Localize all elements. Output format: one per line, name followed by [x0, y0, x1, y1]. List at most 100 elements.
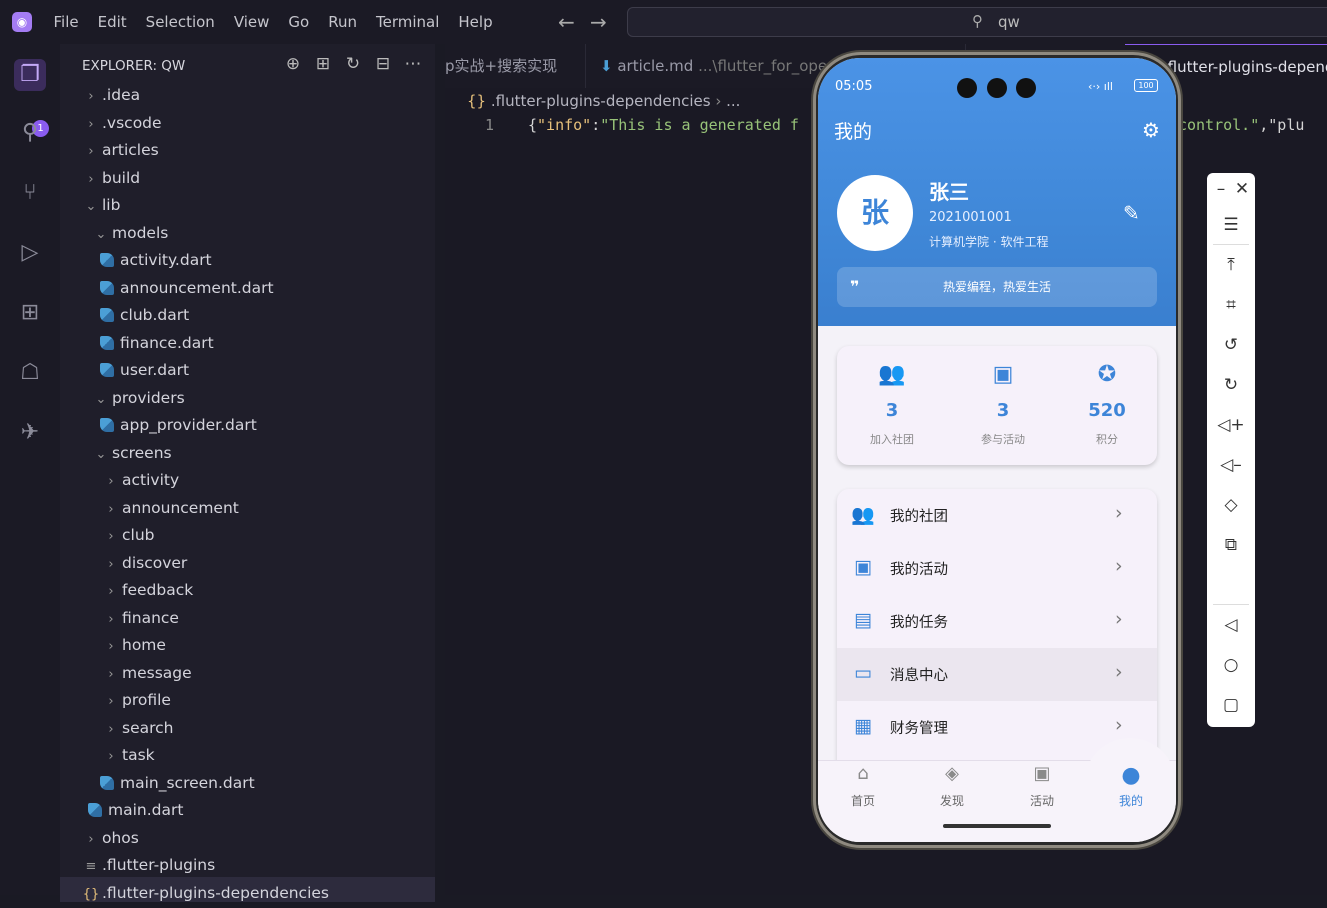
tree-folder[interactable]: › search [100, 715, 173, 742]
flutter-icon[interactable]: ✈ [14, 417, 46, 449]
battery-icon: 100 [1134, 79, 1158, 92]
tree-item-label: .vscode [102, 113, 162, 132]
tree-folder[interactable]: › home [100, 632, 166, 659]
tree-folder[interactable]: › message [100, 660, 191, 687]
collapse-all-icon[interactable]: ⊟ [368, 54, 398, 74]
menu-item-my-activities[interactable]: ▣ 我的活动 › [837, 542, 1157, 595]
new-file-icon[interactable]: ⊕ [278, 54, 308, 74]
tree-file[interactable]: activity.dart [100, 247, 212, 274]
volume-down-icon[interactable]: ◁– [1207, 455, 1255, 475]
tree-file[interactable]: user.dart [100, 357, 189, 384]
tree-folder[interactable]: › feedback [100, 577, 193, 604]
nav-discover[interactable]: ◈ 发现 [918, 763, 986, 809]
tree-file[interactable]: main_screen.dart [100, 770, 255, 797]
camera-icon [987, 78, 1007, 98]
menu-go[interactable]: Go [279, 0, 319, 44]
tree-folder[interactable]: › discover [100, 550, 187, 577]
chevron-right-icon: › [88, 831, 94, 847]
command-center-search[interactable]: ⚲ qw [627, 7, 1327, 37]
nav-home[interactable]: ⌂ 首页 [829, 763, 897, 809]
tree-folder[interactable]: › finance [100, 605, 179, 632]
tree-folder[interactable]: › activity [100, 467, 179, 494]
divider [1213, 604, 1249, 605]
search-icon[interactable]: ⚲ [14, 117, 46, 149]
tree-folder[interactable]: › build [80, 165, 140, 192]
tree-item-label: main.dart [108, 801, 184, 819]
tree-file[interactable]: finance.dart [100, 330, 214, 357]
tree-file[interactable]: ≡ .flutter-plugins [80, 852, 216, 879]
camera-icon [1016, 78, 1036, 98]
tree-folder[interactable]: › task [100, 742, 155, 769]
tree-folder[interactable]: › club [100, 522, 154, 549]
rotate-left-icon[interactable]: ↺ [1207, 335, 1255, 355]
multi-device-icon[interactable]: ⧉ [1207, 535, 1255, 555]
tree-item-label: task [122, 746, 155, 764]
edit-pencil-icon[interactable]: ✎ [1123, 201, 1140, 225]
tree-folder[interactable]: › .vscode [80, 110, 162, 137]
chevron-right-icon: › [108, 529, 114, 544]
crop-icon[interactable]: ⌗ [1207, 295, 1255, 315]
nav-label: 我的 [1118, 794, 1143, 808]
tree-folder[interactable]: ⌄ screens [90, 440, 172, 467]
home-indicator[interactable] [943, 824, 1051, 828]
back-arrow-icon[interactable]: ← [558, 10, 575, 34]
menu-item-messages[interactable]: ▭ 消息中心 › [837, 648, 1157, 701]
chevron-right-icon: › [1115, 555, 1123, 577]
pin-top-icon[interactable]: ⤒ [1207, 255, 1255, 275]
home-circle-icon[interactable]: ○ [1207, 655, 1255, 675]
volume-up-icon[interactable]: ◁+ [1207, 415, 1255, 435]
menu-run[interactable]: Run [319, 0, 367, 44]
stat-points[interactable]: ✪ 520 积分 [1054, 346, 1160, 465]
tree-folder[interactable]: › articles [80, 137, 158, 164]
stat-clubs[interactable]: 👥 3 加入社团 [839, 346, 945, 465]
chevron-right-icon: › [108, 749, 114, 764]
menu-item-my-tasks[interactable]: ▤ 我的任务 › [837, 595, 1157, 648]
extensions-icon[interactable]: ⊞ [14, 297, 46, 329]
ghost-icon[interactable]: ☖ [14, 357, 46, 389]
tree-folder[interactable]: › .idea [80, 82, 140, 109]
close-icon[interactable]: ✕ [1218, 179, 1266, 199]
new-folder-icon[interactable]: ⊞ [308, 54, 338, 74]
tab-article-search[interactable]: p实战+搜索实现 [431, 44, 586, 88]
tree-file[interactable]: app_provider.dart [100, 412, 257, 439]
menu-item-my-clubs[interactable]: 👥 我的社团 › [837, 489, 1157, 542]
tree-folder[interactable]: › profile [100, 687, 171, 714]
tree-folder[interactable]: ⌄ models [90, 220, 169, 247]
nav-me[interactable]: ● 我的 [1097, 763, 1165, 809]
menu-icon[interactable]: ☰ [1207, 215, 1255, 235]
tree-file[interactable]: announcement.dart [100, 275, 274, 302]
back-triangle-icon[interactable]: ◁ [1207, 615, 1255, 635]
tree-folder[interactable]: › ohos [80, 825, 138, 852]
menu-edit[interactable]: Edit [88, 0, 136, 44]
chevron-right-icon: › [108, 501, 114, 517]
tree-file[interactable]: main.dart [88, 797, 183, 824]
menu-terminal[interactable]: Terminal [367, 0, 449, 44]
menu-file[interactable]: File [44, 0, 88, 44]
tree-file[interactable]: {} .flutter-plugins-dependencies [80, 880, 329, 907]
tree-folder[interactable]: ⌄ providers [90, 385, 185, 412]
stat-activities[interactable]: ▣ 3 参与活动 [950, 346, 1056, 465]
settings-gear-icon[interactable]: ⚙ [1142, 118, 1160, 142]
line-number: 1 [485, 116, 495, 134]
breadcrumb[interactable]: {} .flutter-plugins-dependencies › ... [467, 92, 740, 110]
tree-folder[interactable]: ⌄ lib [80, 192, 121, 219]
rotate-right-icon[interactable]: ↻ [1207, 375, 1255, 395]
menu-help[interactable]: Help [449, 0, 502, 44]
tree-file[interactable]: club.dart [100, 302, 189, 329]
shake-icon[interactable]: ◇ [1207, 495, 1255, 515]
nav-activities[interactable]: ▣ 活动 [1008, 763, 1076, 809]
breadcrumb-more: ... [726, 92, 741, 110]
menu-selection[interactable]: Selection [136, 0, 224, 44]
menu-view[interactable]: View [224, 0, 279, 44]
tree-folder[interactable]: › announcement [100, 495, 238, 522]
forward-arrow-icon[interactable]: → [590, 10, 607, 34]
chevron-right-icon: › [1115, 714, 1123, 736]
more-icon[interactable]: ⋯ [398, 54, 428, 74]
recents-square-icon[interactable]: ▢ [1207, 695, 1255, 715]
source-control-icon[interactable]: ⑂ [14, 177, 46, 209]
avatar[interactable]: 张 [837, 175, 913, 251]
refresh-icon[interactable]: ↻ [338, 54, 368, 74]
run-debug-icon[interactable]: ▷ [14, 237, 46, 269]
menu-bar: File Edit Selection View Go Run Terminal… [44, 0, 502, 44]
explorer-icon[interactable]: ❐ [14, 59, 46, 91]
